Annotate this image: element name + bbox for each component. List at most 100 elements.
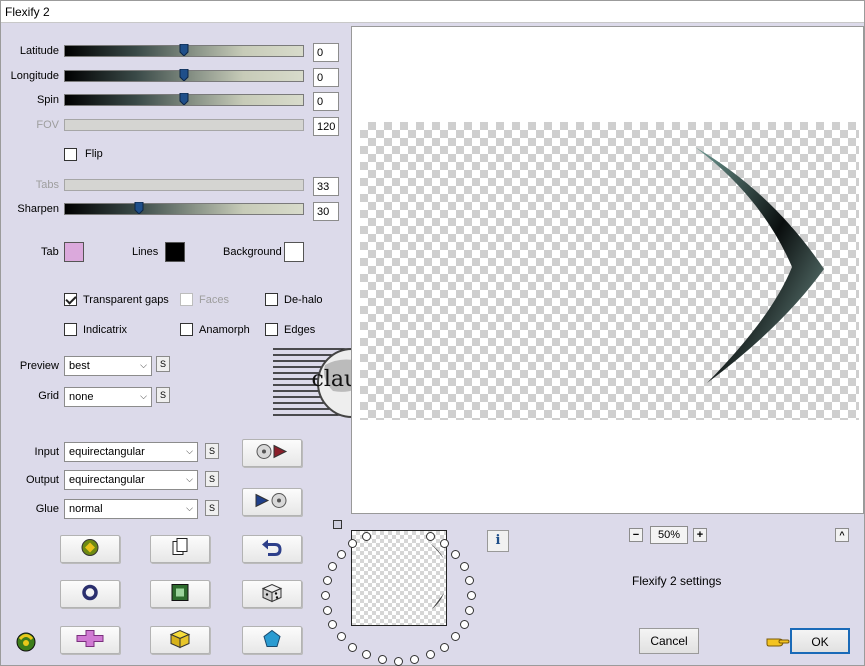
grid-s-button[interactable]: S — [156, 387, 170, 403]
tabs-slider — [64, 179, 304, 191]
navigator-dot[interactable] — [362, 531, 372, 541]
sharpen-thumb[interactable] — [134, 202, 144, 214]
glue-s-button[interactable]: S — [205, 500, 219, 516]
navigator-dot[interactable] — [465, 576, 475, 586]
undo-button[interactable] — [242, 535, 302, 563]
chevron-down-icon: ⌵ — [140, 391, 147, 401]
dehalo-checkbox[interactable] — [265, 293, 278, 306]
longitude-thumb[interactable] — [179, 69, 189, 81]
navigator-dot[interactable] — [459, 562, 469, 572]
anamorph-checkbox[interactable] — [180, 323, 193, 336]
chevron-down-icon: ⌵ — [186, 503, 193, 513]
navigator-dot[interactable] — [467, 591, 476, 600]
cross-button[interactable] — [60, 626, 120, 654]
preview-s-button[interactable]: S — [156, 356, 170, 372]
sharpen-label: Sharpen — [17, 203, 59, 215]
zoom-out-button[interactable]: − — [629, 528, 643, 542]
preview-canvas[interactable] — [351, 26, 864, 514]
longitude-slider[interactable] — [64, 69, 304, 82]
thumbnail-navigator[interactable] — [351, 530, 447, 626]
zoom-in-button[interactable]: + — [693, 528, 707, 542]
navigator-dot[interactable] — [410, 655, 420, 665]
latitude-value[interactable]: 0 — [313, 43, 339, 62]
indicatrix-label: Indicatrix — [83, 324, 128, 336]
navigator-dot[interactable] — [362, 650, 372, 660]
navigator-dot[interactable] — [425, 531, 435, 541]
background-color-label: Background — [223, 246, 282, 258]
edges-checkbox[interactable] — [265, 323, 278, 336]
navigator-dot[interactable] — [322, 605, 332, 615]
output-select[interactable]: equirectangular ⌵ — [64, 470, 198, 490]
navigator-dot[interactable] — [451, 549, 461, 559]
spin-thumb[interactable] — [179, 93, 189, 105]
indicatrix-checkbox[interactable] — [64, 323, 77, 336]
transparent-gaps-checkbox[interactable] — [64, 293, 77, 306]
navigator-dot[interactable] — [459, 619, 469, 629]
preview-select[interactable]: best ⌵ — [64, 356, 152, 376]
circle-icon — [81, 584, 99, 605]
navigator-dot[interactable] — [439, 539, 449, 549]
cancel-button[interactable]: Cancel — [639, 628, 699, 654]
navigator-dot[interactable] — [328, 619, 338, 629]
zoom-value: 50% — [650, 526, 688, 544]
navigator-dot[interactable] — [439, 642, 449, 652]
edges-label: Edges — [284, 324, 316, 336]
lines-color-swatch[interactable] — [165, 242, 185, 262]
info-button[interactable]: i — [487, 530, 509, 552]
thumbnail-shape — [430, 543, 444, 609]
chevron-down-icon: ⌵ — [140, 360, 147, 370]
latitude-slider[interactable] — [64, 44, 304, 57]
navigator-dot[interactable] — [451, 632, 461, 642]
flip-checkbox[interactable] — [64, 148, 77, 161]
copy-button[interactable] — [150, 535, 210, 563]
pentagon-button[interactable] — [242, 626, 302, 654]
navigator-dot[interactable] — [336, 549, 346, 559]
square-button[interactable] — [150, 580, 210, 608]
output-s-button[interactable]: S — [205, 471, 219, 487]
transparent-gaps-label: Transparent gaps — [83, 294, 169, 306]
navigator-dot[interactable] — [321, 591, 330, 600]
latitude-thumb[interactable] — [179, 44, 189, 56]
import-input-button[interactable] — [242, 439, 302, 467]
input-s-button[interactable]: S — [205, 443, 219, 459]
copy-icon — [171, 538, 189, 561]
spin-value[interactable]: 0 — [313, 92, 339, 111]
preview-shape — [695, 147, 824, 383]
navigator-dot[interactable] — [377, 655, 387, 665]
grid-label: Grid — [38, 390, 59, 402]
background-color-swatch[interactable] — [284, 242, 304, 262]
sharpen-value[interactable]: 30 — [313, 202, 339, 221]
circle-button[interactable] — [60, 580, 120, 608]
navigator-dot[interactable] — [425, 650, 435, 660]
lines-color-label: Lines — [132, 246, 159, 258]
randomize-button[interactable] — [60, 535, 120, 563]
navigator-dot[interactable] — [394, 657, 403, 666]
collapse-button[interactable]: ^ — [835, 528, 849, 542]
ok-button[interactable]: OK — [790, 628, 850, 654]
dice-button[interactable] — [242, 580, 302, 608]
cube-button[interactable] — [150, 626, 210, 654]
navigator-dot[interactable] — [465, 605, 475, 615]
longitude-value[interactable]: 0 — [313, 68, 339, 87]
dehalo-label: De-halo — [284, 294, 323, 306]
latitude-label: Latitude — [19, 45, 59, 57]
glue-select[interactable]: normal ⌵ — [64, 499, 198, 519]
fov-value[interactable]: 120 — [313, 117, 339, 136]
tabs-value[interactable]: 33 — [313, 177, 339, 196]
spin-slider[interactable] — [64, 93, 304, 106]
navigator-dot[interactable] — [348, 642, 358, 652]
export-output-button[interactable] — [242, 488, 302, 516]
logo-icon[interactable] — [14, 629, 38, 656]
navigator-dot[interactable] — [328, 562, 338, 572]
grid-select[interactable]: none ⌵ — [64, 387, 152, 407]
sharpen-slider[interactable] — [64, 202, 304, 215]
chevron-down-icon: ⌵ — [186, 474, 193, 484]
undo-icon — [261, 539, 283, 560]
corner-handle[interactable] — [333, 520, 342, 529]
pentagon-icon — [262, 629, 282, 652]
tab-color-swatch[interactable] — [64, 242, 84, 262]
navigator-dot[interactable] — [322, 576, 332, 586]
input-select[interactable]: equirectangular ⌵ — [64, 442, 198, 462]
navigator-dot[interactable] — [336, 632, 346, 642]
disc-to-play-icon — [254, 443, 290, 464]
